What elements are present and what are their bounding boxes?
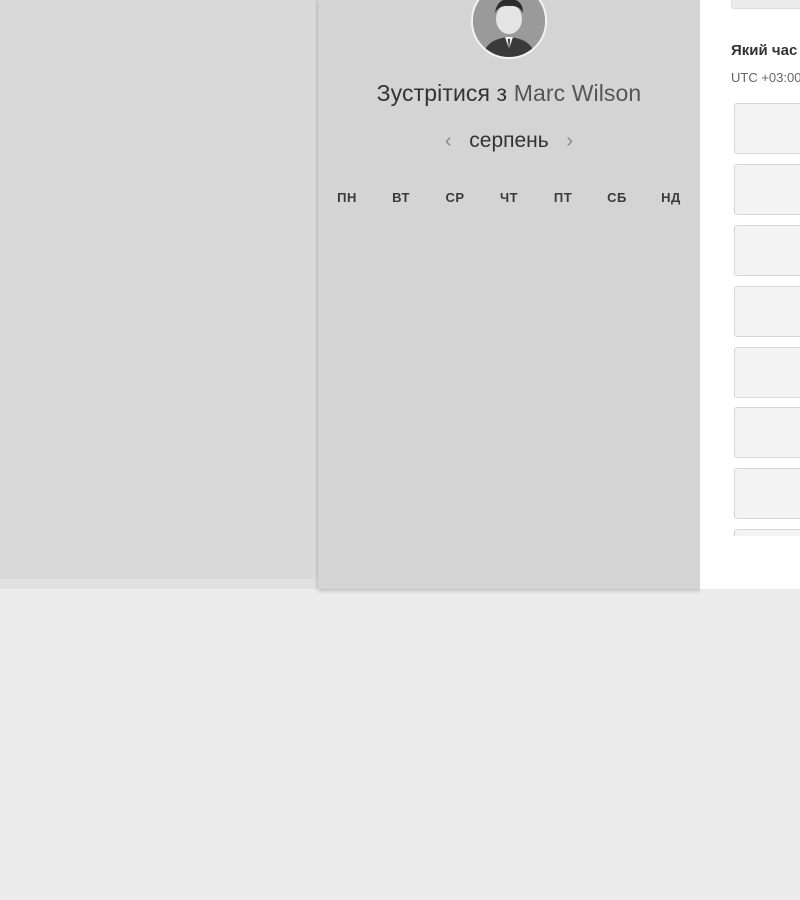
meeting-title-prefix: Зустрітися з [376, 80, 508, 106]
time-slot[interactable] [734, 164, 800, 215]
calendar-panel: Зустрітися з Marc Wilson ‹ серпень › ПН … [318, 0, 700, 589]
month-navigation: ‹ серпень › [318, 127, 700, 155]
time-slots-title: Який час [731, 42, 798, 59]
time-slot[interactable] [734, 407, 800, 458]
meeting-title: Зустрітися з Marc Wilson [318, 80, 700, 107]
left-info-pane [0, 0, 318, 579]
booking-page: Зустрітися з Marc Wilson ‹ серпень › ПН … [0, 0, 800, 900]
time-slot[interactable] [734, 103, 800, 154]
chevron-left-icon[interactable]: ‹ [433, 127, 463, 155]
host-avatar-photo [473, 0, 545, 57]
top-action-button[interactable] [731, 0, 800, 9]
host-avatar [471, 0, 547, 59]
time-slot[interactable] [734, 225, 800, 276]
weekday-thu: ЧТ [499, 190, 519, 205]
current-month: серпень [469, 129, 549, 152]
timezone-label[interactable]: UTC +03:00 [731, 70, 800, 85]
time-slot[interactable] [734, 286, 800, 337]
time-slots-panel: Який час UTC +03:00 [700, 0, 800, 589]
time-slot-list[interactable] [734, 103, 800, 536]
time-slot[interactable] [734, 468, 800, 519]
chevron-right-icon[interactable]: › [555, 127, 585, 155]
weekday-wed: СР [445, 190, 465, 205]
weekday-fri: ПТ [553, 190, 573, 205]
weekday-header: ПН ВТ СР ЧТ ПТ СБ НД [318, 190, 700, 205]
weekday-mon: ПН [337, 190, 357, 205]
time-slot[interactable] [734, 347, 800, 398]
time-slot[interactable] [734, 529, 800, 536]
weekday-sat: СБ [607, 190, 627, 205]
left-pane-footer-strip [0, 579, 318, 589]
weekday-sun: НД [661, 190, 681, 205]
weekday-tue: ВТ [392, 190, 410, 205]
host-name: Marc Wilson [513, 80, 642, 106]
